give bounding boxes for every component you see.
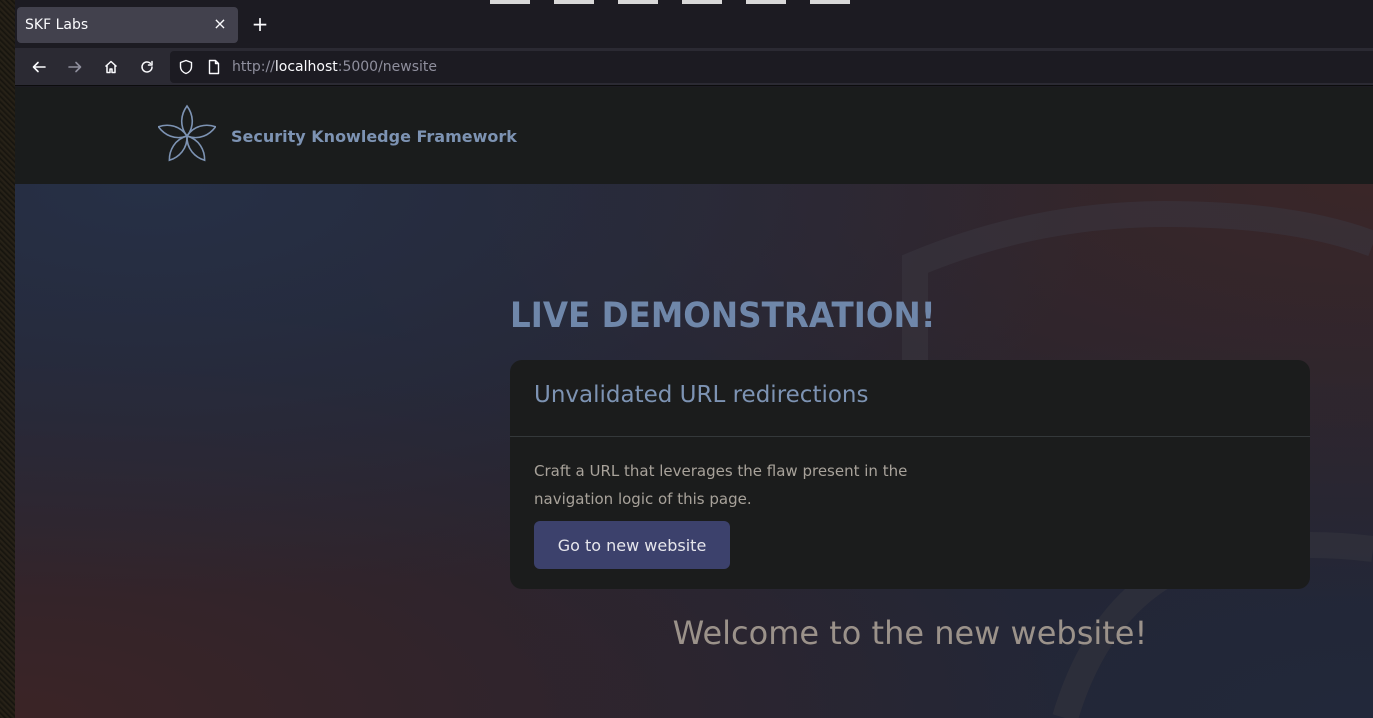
plus-icon[interactable]: + [250, 14, 270, 34]
shield-icon[interactable] [178, 59, 194, 79]
reload-icon[interactable] [135, 55, 159, 79]
site-header: Security Knowledge Framework [15, 87, 1373, 184]
page-headline: LIVE DEMONSTRATION! [510, 296, 936, 336]
url-text[interactable]: http://localhost:5000/newsite [232, 59, 437, 75]
back-arrow-icon[interactable] [27, 55, 51, 79]
card-body: Craft a URL that leverages the flaw pres… [510, 437, 1310, 569]
brand-name[interactable]: Security Knowledge Framework [231, 127, 517, 146]
forward-arrow-icon[interactable] [63, 55, 87, 79]
url-path: :5000/newsite [337, 59, 438, 75]
browser-tab[interactable]: SKF Labs × [17, 7, 238, 43]
card-header: Unvalidated URL redirections [510, 360, 1310, 437]
challenge-card: Unvalidated URL redirections Craft a URL… [510, 360, 1310, 589]
navigation-toolbar: http://localhost:5000/newsite [15, 48, 1373, 86]
window-decoration [490, 0, 850, 4]
welcome-message: Welcome to the new website! [672, 614, 1148, 652]
home-icon[interactable] [99, 55, 123, 79]
skf-flower-logo[interactable] [158, 104, 216, 168]
desktop-background [0, 0, 15, 718]
card-description: Craft a URL that leverages the flaw pres… [534, 462, 908, 508]
tab-title: SKF Labs [25, 17, 89, 33]
card-title: Unvalidated URL redirections [534, 382, 869, 408]
url-host: localhost [274, 59, 338, 75]
url-bar[interactable]: http://localhost:5000/newsite [170, 51, 1373, 83]
tab-bar: SKF Labs × + [15, 0, 1373, 48]
close-icon[interactable]: × [212, 16, 228, 32]
page-icon[interactable] [206, 59, 222, 79]
hero-section: LIVE DEMONSTRATION! Unvalidated URL redi… [15, 184, 1373, 718]
screen: SKF Labs × + http://localhost:5000/newsi… [0, 0, 1373, 718]
url-scheme: http:// [232, 59, 275, 75]
go-to-new-website-button[interactable]: Go to new website [534, 521, 730, 569]
web-page: Security Knowledge Framework LIVE DEMONS… [15, 87, 1373, 718]
